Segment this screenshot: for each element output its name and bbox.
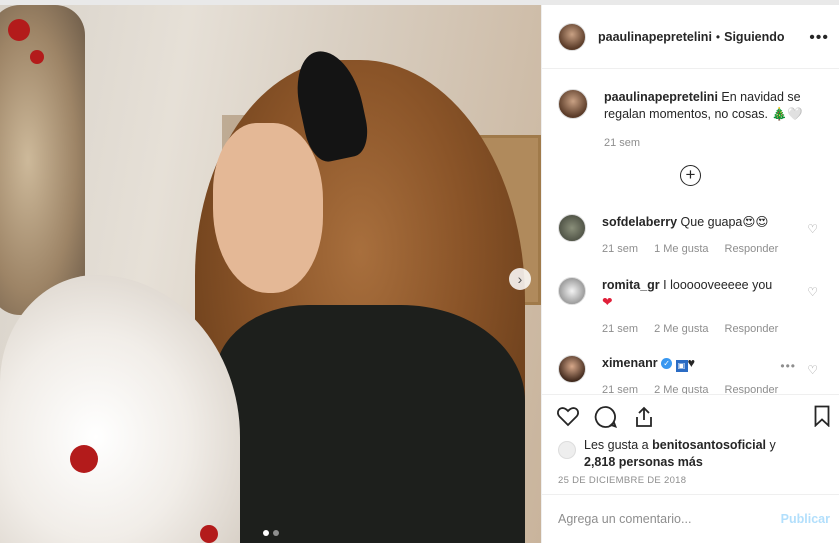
comment-username[interactable]: ximenanr: [602, 356, 658, 370]
comment-username[interactable]: sofdelaberry: [602, 215, 677, 229]
comment-username[interactable]: romita_gr: [602, 278, 660, 292]
ornament: [30, 50, 44, 64]
heart-icon[interactable]: ♡: [807, 222, 818, 236]
comment-time[interactable]: 21 sem: [602, 321, 638, 338]
likes-others[interactable]: 2,818 personas más: [584, 455, 703, 469]
separator: •: [715, 29, 721, 44]
follow-button[interactable]: Siguiendo: [724, 30, 784, 44]
ornament: [200, 525, 218, 543]
verified-badge-icon: ✓: [661, 358, 673, 369]
avatar[interactable]: [558, 277, 586, 305]
share-icon[interactable]: [632, 405, 656, 429]
post-header: paaulinapepretelini • Siguiendo •••: [542, 5, 839, 69]
more-options-icon[interactable]: •••: [809, 29, 829, 47]
post-image[interactable]: ›: [0, 5, 541, 543]
heart-emoji: ❤: [602, 295, 613, 309]
likes-summary: Les gusta a benitosantosoficial y 2,818 …: [558, 437, 776, 471]
post-sidebar: paaulinapepretelini • Siguiendo ••• paau…: [541, 5, 839, 543]
comment-item: ximenanr ✓ ▣ ♥ 21 sem 2 Me gusta Responde…: [558, 355, 830, 399]
comment-text: Que guapa😍😍: [680, 215, 769, 229]
more-options-icon[interactable]: •••: [780, 359, 796, 373]
carousel-dot: [273, 530, 279, 536]
avatar[interactable]: [558, 89, 588, 119]
comment-icon[interactable]: [594, 405, 618, 429]
comment-likes[interactable]: 1 Me gusta: [654, 241, 708, 258]
comment-item: romita_gr I loooooveeeee you ❤ 21 sem 2 …: [558, 277, 830, 338]
carousel-indicator: [263, 530, 279, 536]
reply-button[interactable]: Responder: [725, 321, 779, 338]
likes-conj: y: [769, 438, 776, 452]
likes-user[interactable]: benitosantosoficial: [652, 438, 766, 452]
avatar[interactable]: [558, 441, 576, 459]
flag-emoji: ▣: [675, 360, 688, 372]
comment-input[interactable]: [558, 512, 781, 526]
publish-button[interactable]: Publicar: [781, 512, 830, 526]
ornament: [70, 445, 98, 473]
post-actions: Les gusta a benitosantosoficial y 2,818 …: [542, 394, 839, 494]
header-username[interactable]: paaulinapepretelini: [598, 30, 712, 44]
plus-circle-icon[interactable]: +: [680, 165, 701, 186]
comment-text: I loooooveeeee you: [663, 278, 773, 292]
ornament: [8, 19, 30, 41]
carousel-dot: [263, 530, 269, 536]
comment-likes[interactable]: 2 Me gusta: [654, 321, 708, 338]
comment-time[interactable]: 21 sem: [602, 241, 638, 258]
christmas-tree: [0, 5, 85, 315]
reply-button[interactable]: Responder: [725, 241, 779, 258]
heart-icon[interactable]: ♡: [807, 363, 818, 377]
avatar[interactable]: [558, 355, 586, 383]
chevron-right-icon[interactable]: ›: [509, 268, 531, 290]
heart-icon[interactable]: ♡: [807, 285, 818, 299]
avatar[interactable]: [558, 22, 586, 51]
caption-time[interactable]: 21 sem: [604, 135, 828, 152]
heart-icon[interactable]: [556, 405, 580, 427]
comment-composer: Publicar: [542, 494, 839, 543]
sweater: [215, 305, 525, 543]
face: [213, 123, 323, 293]
comment-item: sofdelaberry Que guapa😍😍 21 sem 1 Me gus…: [558, 214, 830, 258]
heart-emoji: ♥: [687, 356, 695, 370]
likes-prefix: Les gusta a: [584, 438, 649, 452]
caption: paaulinapepretelini En navidad se regala…: [558, 89, 828, 152]
avatar[interactable]: [558, 214, 586, 242]
post-date[interactable]: 25 DE DICIEMBRE DE 2018: [558, 475, 686, 486]
caption-username[interactable]: paaulinapepretelini: [604, 90, 718, 104]
bookmark-icon[interactable]: [814, 405, 830, 427]
